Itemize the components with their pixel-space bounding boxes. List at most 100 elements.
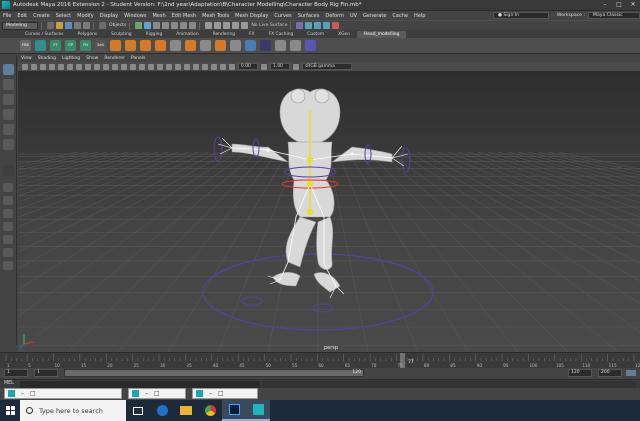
menu-mesh[interactable]: Mesh <box>149 13 168 19</box>
shelf-snap-icon[interactable] <box>260 40 271 51</box>
snap-view-plane-icon[interactable] <box>232 22 240 29</box>
hypershade-layout-icon[interactable] <box>3 235 13 244</box>
render-frame-icon[interactable] <box>305 22 313 29</box>
shelf-tab-head-modelling[interactable]: Head_modelling <box>357 31 407 38</box>
resolution-gate-icon[interactable] <box>67 63 73 70</box>
command-input[interactable] <box>20 381 260 388</box>
shelf-sell-button[interactable]: Sell <box>95 40 106 51</box>
panel-menu-show[interactable]: Show <box>83 56 101 61</box>
objects-label[interactable]: Objects <box>109 23 126 28</box>
left-foot-control-curve[interactable] <box>241 296 263 306</box>
anim-end-field[interactable]: 200 <box>598 369 622 377</box>
shelf-tab-custom[interactable]: Custom <box>300 31 331 38</box>
open-scene-icon[interactable] <box>56 22 63 29</box>
frog-character-mesh[interactable] <box>231 88 393 293</box>
anti-aliasing-icon[interactable] <box>184 63 190 70</box>
xray-icon[interactable] <box>202 63 208 70</box>
menu-help[interactable]: Help <box>411 13 428 19</box>
menu-select[interactable]: Select <box>53 13 74 19</box>
smooth-shade-icon[interactable] <box>121 63 127 70</box>
menu-deform[interactable]: Deform <box>322 13 347 19</box>
menu-curves[interactable]: Curves <box>271 13 294 19</box>
shelf-tab-curves-surfaces[interactable]: Curves / Surfaces <box>18 31 71 38</box>
image-plane-icon[interactable] <box>40 63 46 70</box>
render-settings-icon[interactable] <box>323 22 331 29</box>
snap-point-icon[interactable] <box>223 22 231 29</box>
range-end-field[interactable]: 120 <box>568 369 592 377</box>
rotate-tool-icon[interactable] <box>3 124 14 135</box>
shelf-mirror-icon[interactable] <box>200 40 211 51</box>
minimize-button[interactable]: – <box>598 0 612 10</box>
panel-menu-shading[interactable]: Shading <box>35 56 59 61</box>
range-slider[interactable]: 120 <box>64 369 364 377</box>
xray-joints-icon[interactable] <box>211 63 217 70</box>
bookmarks-icon[interactable] <box>31 63 37 70</box>
select-by-curve-icon[interactable] <box>153 22 161 29</box>
snap-grid-icon[interactable] <box>205 22 213 29</box>
script-language-button[interactable]: MEL <box>4 381 14 386</box>
menu-cache[interactable]: Cache <box>389 13 411 19</box>
panel-menu-view[interactable]: View <box>18 56 35 61</box>
snap-curve-icon[interactable] <box>214 22 222 29</box>
select-by-handle-icon[interactable] <box>135 22 143 29</box>
maximize-button[interactable]: □ <box>612 0 626 10</box>
menu-display[interactable]: Display <box>97 13 121 19</box>
task-view-button[interactable] <box>126 400 150 421</box>
menuset-select[interactable]: Modeling <box>2 21 38 30</box>
shelf-tab-polygons[interactable]: Polygons <box>71 31 105 38</box>
shelf-paint-icon[interactable] <box>245 40 256 51</box>
lasso-tool-icon[interactable] <box>3 79 14 90</box>
shelf-cube-icon[interactable] <box>110 40 121 51</box>
select-hierarchy-icon[interactable] <box>99 22 106 29</box>
exposure-icon[interactable] <box>229 63 235 70</box>
edge-button[interactable] <box>150 400 174 421</box>
minimize-button[interactable]: – <box>21 390 24 397</box>
shelf-script-icon[interactable] <box>35 40 46 51</box>
live-surface-label[interactable]: No Live Surface <box>251 23 287 28</box>
right-foot-control-curve[interactable] <box>312 303 334 313</box>
redo-icon[interactable] <box>83 22 90 29</box>
menu-uv[interactable]: UV <box>347 13 360 19</box>
menu-windows[interactable]: Windows <box>121 13 149 19</box>
shelf-tab-rendering[interactable]: Rendering <box>206 31 242 38</box>
shelf-fn-button[interactable]: FN <box>80 40 91 51</box>
shelf-separate-icon[interactable] <box>185 40 196 51</box>
shelf-cubes-icon[interactable] <box>125 40 136 51</box>
panel-menu-panels[interactable]: Panels <box>128 56 148 61</box>
gamma-field[interactable]: 1.00 <box>270 63 290 70</box>
panel-menu-lighting[interactable]: Lighting <box>59 56 83 61</box>
menu-mesh-display[interactable]: Mesh Display <box>232 13 271 19</box>
persp-graph-layout-icon[interactable] <box>3 222 13 231</box>
menu-file[interactable]: File <box>0 13 14 19</box>
camera-attributes-icon[interactable] <box>22 63 28 70</box>
minimize-button[interactable]: – <box>145 390 148 397</box>
textured-icon[interactable] <box>139 63 145 70</box>
maximize-button[interactable]: □ <box>30 390 36 397</box>
ambient-occlusion-icon[interactable] <box>166 63 172 70</box>
maximize-button[interactable]: □ <box>154 390 160 397</box>
gamma-icon[interactable] <box>261 63 267 70</box>
shelf-tab-fx[interactable]: FX <box>242 31 262 38</box>
maximize-button[interactable]: □ <box>218 390 224 397</box>
shelf-bridge-icon[interactable] <box>140 40 151 51</box>
move-tool-icon[interactable] <box>3 109 14 120</box>
menu-edit-mesh[interactable]: Edit Mesh <box>169 13 199 19</box>
file-explorer-button[interactable] <box>174 400 198 421</box>
shelf-fbx-button[interactable]: FBX <box>20 40 31 51</box>
shelf-smooth-icon[interactable] <box>215 40 226 51</box>
wireframe-icon[interactable] <box>112 63 118 70</box>
shelf-cp-button[interactable]: CP <box>65 40 76 51</box>
select-tool-icon[interactable] <box>3 64 14 75</box>
shelf-center-pivot-icon[interactable] <box>290 40 301 51</box>
new-scene-icon[interactable] <box>47 22 54 29</box>
shelf-tab-rigging[interactable]: Rigging <box>139 31 170 38</box>
perspective-viewport[interactable]: persp <box>18 72 640 352</box>
shelf-ft-button[interactable]: FT <box>50 40 61 51</box>
shelf-tab-xgen[interactable]: XGen <box>331 31 357 38</box>
menu-generate[interactable]: Generate <box>360 13 389 19</box>
safe-action-icon[interactable] <box>94 63 100 70</box>
graph-editor-layout-icon[interactable] <box>3 261 13 270</box>
menu-create[interactable]: Create <box>30 13 53 19</box>
shelf-tab-animation[interactable]: Animation <box>169 31 205 38</box>
select-by-dynamic-icon[interactable] <box>180 22 188 29</box>
